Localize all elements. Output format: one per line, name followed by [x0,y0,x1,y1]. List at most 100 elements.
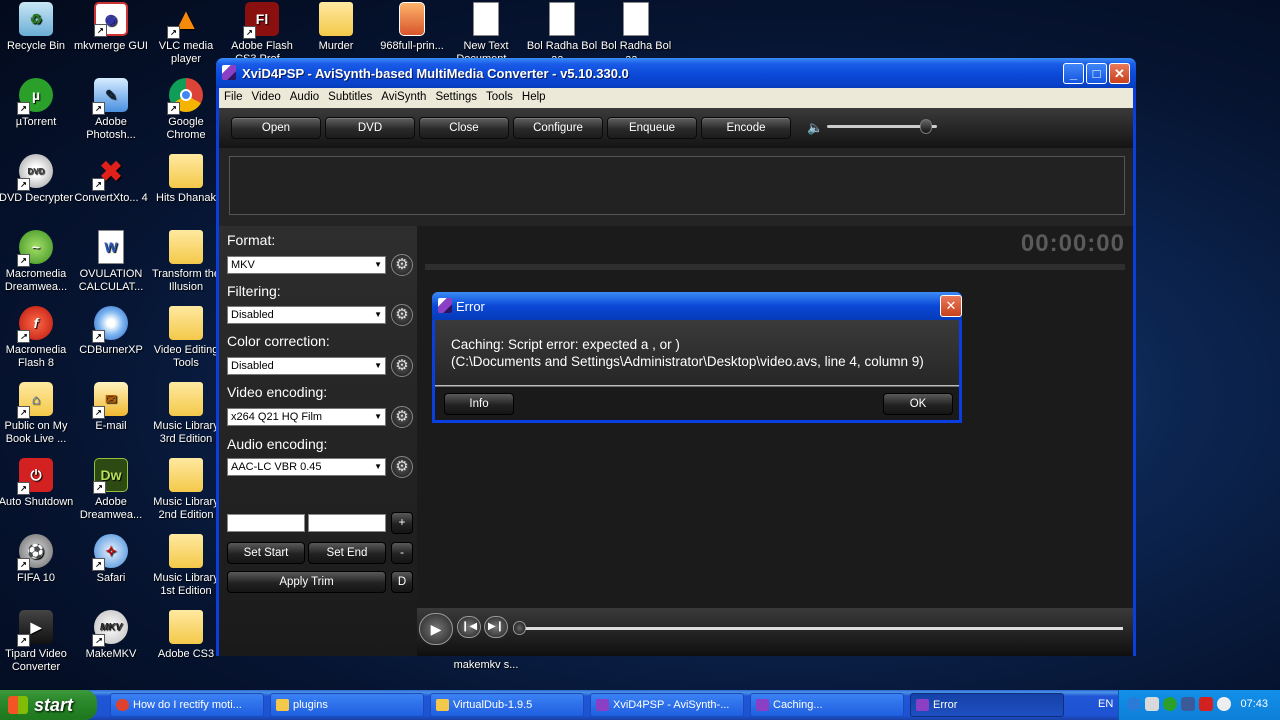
desktop-icon-chrome[interactable]: Google Chrome [148,78,224,142]
taskbar-item-caching[interactable]: Caching... [750,693,904,717]
speaker-icon[interactable]: 🔈 [807,120,823,136]
close-button[interactable]: Close [419,117,509,139]
set-end-button[interactable]: Set End [308,542,386,564]
desktop-icon-ovulation[interactable]: W OVULATION CALCULAT... [73,230,149,294]
taskbar-item-chrome[interactable]: How do I rectify moti... [110,693,264,717]
configure-button[interactable]: Configure [513,117,603,139]
menu-file[interactable]: File [219,88,247,103]
taskbar-item-plugins[interactable]: plugins [270,693,424,717]
set-start-button[interactable]: Set Start [227,542,305,564]
desktop-icon-murder[interactable]: Murder [298,2,374,53]
start-button[interactable]: start [0,690,97,720]
audio-encoding-select[interactable]: AAC-LC VBR 0.45 ▼ [227,458,386,476]
audio-settings-gear-icon[interactable]: ⚙ [391,456,413,478]
desktop-icon-utorrent[interactable]: µµTorrent [0,78,74,129]
menu-settings[interactable]: Settings [430,88,481,103]
menu-help[interactable]: Help [517,88,550,103]
desktop-icon-convertx[interactable]: ✖ConvertXto... 4 [73,154,149,205]
window-titlebar[interactable]: XviD4PSP - AviSynth-based MultiMedia Con… [216,58,1136,88]
desktop-icon-flash8[interactable]: fMacromedia Flash 8 [0,306,74,370]
desktop-icon-tipard[interactable]: ▶Tipard Video Converter [0,610,74,674]
menu-video[interactable]: Video [247,88,285,103]
frame-back-button[interactable]: ❙◀ [457,616,481,638]
encode-button[interactable]: Encode [701,117,791,139]
info-button[interactable]: Info [444,393,514,415]
desktop-icon-flash-cs3[interactable]: FlAdobe Flash CS3 Prof... [224,2,300,66]
remove-trim-button[interactable]: - [391,542,413,564]
apply-trim-button[interactable]: Apply Trim [227,571,386,593]
language-indicator[interactable]: EN [1098,698,1113,710]
format-settings-gear-icon[interactable]: ⚙ [391,254,413,276]
shutdown-tray-icon[interactable] [1199,697,1213,711]
desktop-icon-fifa10[interactable]: ⚽FIFA 10 [0,534,74,585]
menu-avisynth[interactable]: AviSynth [376,88,430,103]
desktop-icon-video-editing[interactable]: Video Editing Tools [148,306,224,370]
desktop-icon-bol-radha-1[interactable]: Bol Radha Bol aa... [524,2,600,66]
network-tray-icon[interactable] [1145,697,1159,711]
desktop-icon-photoshop[interactable]: ✎Adobe Photosh... [73,78,149,142]
dvd-button[interactable]: DVD [325,117,415,139]
filtering-settings-gear-icon[interactable]: ⚙ [391,304,413,326]
desktop-icon-email[interactable]: ✉E-mail [73,382,149,433]
desktop-icon-vlc[interactable]: ▲VLC media player [148,2,224,66]
volume-slider-handle[interactable] [920,119,932,134]
desktop-icon-new-text[interactable]: New Text Document... [448,2,524,66]
arrow-tray-icon[interactable] [1127,697,1141,711]
folder-icon [169,230,203,264]
video-encoding-select[interactable]: x264 Q21 HQ Film ▼ [227,408,386,426]
ok-button[interactable]: OK [883,393,953,415]
enqueue-button[interactable]: Enqueue [607,117,697,139]
utorrent-tray-icon[interactable] [1163,697,1177,711]
frame-forward-button[interactable]: ▶❙ [484,616,508,638]
taskbar-item-xvid4psp[interactable]: XviD4PSP - AviSynth-... [590,693,744,717]
format-select[interactable]: MKV ▼ [227,256,386,274]
play-button[interactable]: ▶ [419,613,453,645]
color-settings-gear-icon[interactable]: ⚙ [391,355,413,377]
filtering-select[interactable]: Disabled ▼ [227,306,386,324]
desktop-icon-adobe-cs3[interactable]: Adobe CS3 [148,610,224,661]
menu-subtitles[interactable]: Subtitles [323,88,376,103]
app-tray-icon[interactable] [1181,697,1195,711]
desktop-icon-cdburner[interactable]: CDBurnerXP [73,306,149,357]
text-file-icon [473,2,499,36]
menu-audio[interactable]: Audio [285,88,323,103]
open-button[interactable]: Open [231,117,321,139]
desktop-icon-safari[interactable]: ✧Safari [73,534,149,585]
desktop-icon-public-mybook[interactable]: ⌂Public on My Book Live ... [0,382,74,446]
desktop-icon-auto-shutdown[interactable]: ⏻Auto Shutdown [0,458,74,509]
skype-tray-icon[interactable] [1217,697,1231,711]
trim-end-input[interactable] [308,514,386,532]
desktop-icon-dw[interactable]: DwAdobe Dreamwea... [73,458,149,522]
seek-slider[interactable] [519,627,1123,630]
taskbar-item-virtualdub[interactable]: VirtualDub-1.9.5 [430,693,584,717]
dialog-close-button[interactable]: ✕ [940,295,962,317]
desktop-icon-music-1st[interactable]: Music Library 1st Edition [148,534,224,598]
desktop-icon-recycle-bin[interactable]: ♻ Recycle Bin [0,2,74,53]
desktop-icon-dvd-decrypter[interactable]: DVDDVD Decrypter [0,154,74,205]
desktop-icon-dreamweaver-mm[interactable]: ~Macromedia Dreamwea... [0,230,74,294]
desktop-icon-music-2nd[interactable]: Music Library 2nd Edition [148,458,224,522]
add-trim-button[interactable]: + [391,512,413,534]
desktop-icon-music-3rd[interactable]: Music Library 3rd Edition [148,382,224,446]
error-dialog: Error ✕ Caching: Script error: expected … [432,292,962,423]
desktop-icon-bol-radha-2[interactable]: Bol Radha Bol aa... [598,2,674,66]
color-correction-select[interactable]: Disabled ▼ [227,357,386,375]
video-encoding-label: Video encoding: [227,384,328,400]
desktop-icon-hits-dhanak[interactable]: Hits Dhanak [148,154,224,205]
dialog-titlebar[interactable]: Error ✕ [432,292,962,320]
desktop-icon-transform[interactable]: Transform the Illusion [148,230,224,294]
close-window-button[interactable]: ✕ [1109,63,1130,84]
trim-start-input[interactable] [227,514,305,532]
maximize-button[interactable]: □ [1086,63,1107,84]
desktop-icon-mkvmerge[interactable]: ◉mkvmerge GUI [73,2,149,53]
folder-icon [169,306,203,340]
desktop-icon-makemkv[interactable]: MKVMakeMKV [73,610,149,661]
desktop-icon-968full[interactable]: 968full-prin... [374,2,450,53]
desktop-icon-makemkv-setup[interactable]: makemkv s... [448,659,524,672]
d-button[interactable]: D [391,571,413,593]
minimize-button[interactable]: _ [1063,63,1084,84]
seek-slider-handle[interactable] [513,621,526,635]
taskbar-item-error[interactable]: Error [910,693,1064,717]
video-settings-gear-icon[interactable]: ⚙ [391,406,413,428]
menu-tools[interactable]: Tools [481,88,517,103]
